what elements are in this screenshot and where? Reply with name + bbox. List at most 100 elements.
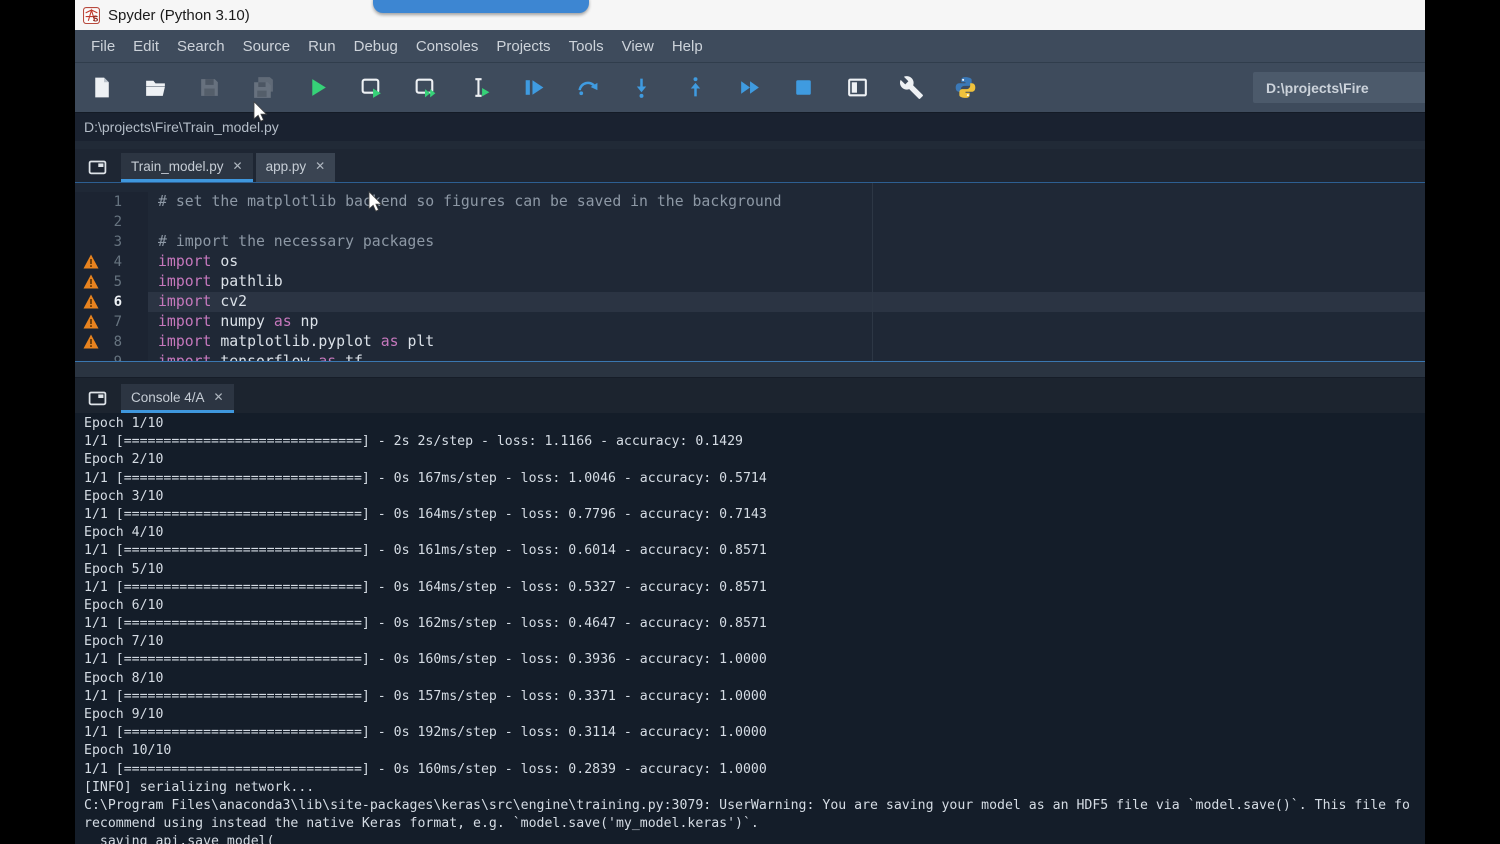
editor-tabs: Train_model.py✕app.py✕ <box>121 153 338 182</box>
working-directory-value: D:\projects\Fire <box>1266 80 1369 96</box>
code-text: # import the necessary packages <box>148 232 1425 252</box>
python-path-button[interactable] <box>947 70 983 106</box>
code-editor[interactable]: 1# set the matplotlib backend so figures… <box>75 182 1425 362</box>
menu-run[interactable]: Run <box>299 38 345 55</box>
menu-consoles[interactable]: Consoles <box>407 38 488 55</box>
edge-line <box>872 183 873 361</box>
code-token: import <box>158 333 211 350</box>
code-token: numpy <box>211 313 273 330</box>
menu-bar: FileEditSearchSourceRunDebugConsolesProj… <box>75 30 1425 63</box>
menu-tools[interactable]: Tools <box>560 38 613 55</box>
open-file-icon <box>143 75 168 100</box>
close-tab-icon[interactable]: ✕ <box>233 159 243 173</box>
code-token: import <box>158 313 211 330</box>
menu-debug[interactable]: Debug <box>345 38 407 55</box>
menu-source[interactable]: Source <box>234 38 300 55</box>
browse-tabs-icon[interactable] <box>88 390 107 406</box>
line-gutter[interactable]: 1 <box>75 192 148 212</box>
run-cell-button[interactable] <box>353 70 389 106</box>
line-gutter[interactable]: 6 <box>75 292 148 312</box>
step-over-button[interactable] <box>569 70 605 106</box>
menu-view[interactable]: View <box>613 38 663 55</box>
console-line: 1/1 [==============================] - 0… <box>84 651 1425 669</box>
editor-lines: 1# set the matplotlib backend so figures… <box>75 183 1425 362</box>
line-gutter[interactable]: 7 <box>75 312 148 332</box>
open-file-button[interactable] <box>137 70 173 106</box>
console-line: recommend using instead the native Keras… <box>84 815 1425 833</box>
close-tab-icon[interactable]: ✕ <box>315 159 325 173</box>
line-gutter[interactable]: 9 <box>75 352 148 362</box>
code-text: import os <box>148 252 1425 272</box>
code-token: plt <box>399 333 435 350</box>
code-token: cv2 <box>211 293 247 310</box>
new-file-button[interactable] <box>83 70 119 106</box>
line-gutter[interactable]: 2 <box>75 212 148 232</box>
line-gutter[interactable]: 4 <box>75 252 148 272</box>
close-tab-icon[interactable]: ✕ <box>214 390 224 404</box>
editor-line[interactable]: 5import pathlib <box>75 272 1425 292</box>
console-line: Epoch 5/10 <box>84 561 1425 579</box>
step-return-button[interactable] <box>677 70 713 106</box>
step-over-icon <box>575 75 600 100</box>
editor-line[interactable]: 3# import the necessary packages <box>75 232 1425 252</box>
working-directory-input[interactable]: D:\projects\Fire <box>1253 72 1425 103</box>
spyder-app-icon: S <box>83 7 100 24</box>
run-button[interactable] <box>299 70 335 106</box>
console-line: C:\Program Files\anaconda3\lib\site-pack… <box>84 797 1425 815</box>
code-token: os <box>211 253 238 270</box>
debug-icon <box>521 75 546 100</box>
window-title: Spyder (Python 3.10) <box>108 7 250 24</box>
debug-button[interactable] <box>515 70 551 106</box>
maximize-pane-button[interactable] <box>839 70 875 106</box>
editor-line[interactable]: 6import cv2 <box>75 292 1425 312</box>
editor-line[interactable]: 2 <box>75 212 1425 232</box>
editor-line[interactable]: 9import tensorflow as tf <box>75 352 1425 362</box>
menu-edit[interactable]: Edit <box>124 38 168 55</box>
tab-label: Train_model.py <box>131 159 224 174</box>
run-cell-advance-button[interactable] <box>407 70 443 106</box>
console-output[interactable]: Epoch 1/101/1 [=========================… <box>75 413 1425 844</box>
line-number: 9 <box>114 352 122 362</box>
line-number: 6 <box>114 292 122 312</box>
menu-file[interactable]: File <box>82 38 124 55</box>
save-icon <box>197 75 222 100</box>
menu-projects[interactable]: Projects <box>487 38 559 55</box>
run-cell-icon <box>359 75 384 100</box>
console-tab-console-4-a[interactable]: Console 4/A✕ <box>121 384 234 413</box>
console-line: 1/1 [==============================] - 0… <box>84 470 1425 488</box>
code-token: tensorflow <box>211 353 318 362</box>
splitter-handle[interactable] <box>75 362 1425 378</box>
console-line: 1/1 [==============================] - 0… <box>84 615 1425 633</box>
console-line: Epoch 8/10 <box>84 670 1425 688</box>
run-selection-button[interactable] <box>461 70 497 106</box>
continue-button[interactable] <box>731 70 767 106</box>
line-number: 8 <box>114 332 122 352</box>
step-into-button[interactable] <box>623 70 659 106</box>
run-selection-icon <box>467 75 492 100</box>
editor-tab-train-model-py[interactable]: Train_model.py ✕ <box>121 153 253 182</box>
breadcrumb-bar: D:\projects\Fire\Train_model.py <box>75 112 1425 141</box>
spyder-window: S Spyder (Python 3.10) FileEditSearchSou… <box>75 0 1425 844</box>
editor-line[interactable]: 8import matplotlib.pyplot as plt <box>75 332 1425 352</box>
warning-icon <box>83 254 99 269</box>
browse-tabs-icon[interactable] <box>88 159 107 175</box>
menu-help[interactable]: Help <box>663 38 712 55</box>
preferences-button[interactable] <box>893 70 929 106</box>
code-text <box>148 212 1425 232</box>
video-overlay-button[interactable] <box>373 0 589 13</box>
mouse-cursor <box>252 101 269 123</box>
code-token: as <box>318 353 336 362</box>
editor-line[interactable]: 1# set the matplotlib backend so figures… <box>75 192 1425 212</box>
console-line: Epoch 4/10 <box>84 524 1425 542</box>
code-text: import numpy as np <box>148 312 1425 332</box>
line-gutter[interactable]: 8 <box>75 332 148 352</box>
editor-line[interactable]: 4import os <box>75 252 1425 272</box>
menu-search[interactable]: Search <box>168 38 234 55</box>
save-button <box>191 70 227 106</box>
console-line: Epoch 2/10 <box>84 451 1425 469</box>
line-gutter[interactable]: 3 <box>75 232 148 252</box>
line-gutter[interactable]: 5 <box>75 272 148 292</box>
stop-button[interactable] <box>785 70 821 106</box>
editor-tab-app-py[interactable]: app.py✕ <box>256 153 336 182</box>
editor-line[interactable]: 7import numpy as np <box>75 312 1425 332</box>
